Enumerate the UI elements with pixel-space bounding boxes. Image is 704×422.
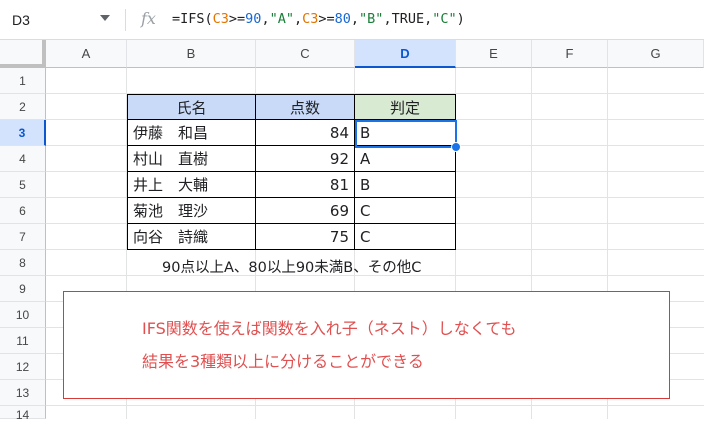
row-header-6[interactable]: 6 bbox=[0, 198, 46, 224]
formula-token: "C" bbox=[432, 11, 457, 27]
table-cell-score[interactable]: 84 bbox=[256, 120, 355, 146]
row-header-8[interactable]: 8 bbox=[0, 250, 46, 276]
column-header-c[interactable]: C bbox=[256, 40, 355, 68]
table-cell-grade[interactable]: A bbox=[355, 146, 456, 172]
table-cell-grade[interactable]: C bbox=[355, 224, 456, 250]
table-cell-grade[interactable]: B bbox=[355, 120, 456, 146]
row-header-12[interactable]: 12 bbox=[0, 354, 46, 380]
table-cell-grade[interactable]: B bbox=[355, 172, 456, 198]
table-cell-grade[interactable]: C bbox=[355, 198, 456, 224]
table-header-name[interactable]: 氏名 bbox=[127, 94, 256, 120]
row-header-9[interactable]: 9 bbox=[0, 276, 46, 302]
column-header-e[interactable]: E bbox=[456, 40, 532, 68]
chevron-down-icon[interactable] bbox=[100, 15, 110, 21]
row-header-5[interactable]: 5 bbox=[0, 172, 46, 198]
row-header-10[interactable]: 10 bbox=[0, 302, 46, 328]
formula-token: "B" bbox=[359, 11, 384, 27]
name-box[interactable]: D3 bbox=[0, 0, 122, 39]
table-cell-name[interactable]: 向谷 詩織 bbox=[127, 224, 256, 250]
formula-token: , bbox=[261, 11, 270, 27]
select-all-corner[interactable] bbox=[0, 40, 46, 68]
table-cell-name[interactable]: 菊池 理沙 bbox=[127, 198, 256, 224]
grading-note[interactable]: 90点以上A、80以上90未満B、その他C bbox=[162, 256, 421, 276]
table-cell-score[interactable]: 75 bbox=[256, 224, 355, 250]
fill-handle[interactable] bbox=[451, 142, 461, 152]
fx-icon: fx bbox=[141, 9, 156, 28]
table-cell-score[interactable]: 69 bbox=[256, 198, 355, 224]
formula-token: >= bbox=[228, 11, 246, 27]
formula-token: =IFS( bbox=[172, 11, 213, 27]
table-cell-name[interactable]: 伊藤 和昌 bbox=[127, 120, 256, 146]
column-header-a[interactable]: A bbox=[46, 40, 127, 68]
formula-token: , bbox=[293, 11, 303, 27]
column-header-f[interactable]: F bbox=[532, 40, 608, 68]
row-header-11[interactable]: 11 bbox=[0, 328, 46, 354]
callout-box: IFS関数を使えば関数を入れ子（ネスト）しなくても 結果を3種類以上に分けること… bbox=[63, 291, 670, 399]
callout-line-2: 結果を3種類以上に分けることができる bbox=[142, 352, 424, 371]
row-header-14[interactable]: 14 bbox=[0, 406, 46, 422]
formula-bar: D3 fx =IFS(C3>=90,"A",C3>=80,"B",TRUE,"C… bbox=[0, 0, 704, 40]
formula-token: C3 bbox=[302, 11, 319, 27]
column-header-g[interactable]: G bbox=[608, 40, 704, 68]
gridline bbox=[46, 405, 704, 406]
name-box-value: D3 bbox=[12, 11, 30, 28]
row-header-1[interactable]: 1 bbox=[0, 68, 46, 94]
row-header-7[interactable]: 7 bbox=[0, 224, 46, 250]
formula-bar-divider bbox=[125, 9, 126, 31]
row-header-4[interactable]: 4 bbox=[0, 146, 46, 172]
formula-token: >= bbox=[318, 11, 335, 27]
table-cell-name[interactable]: 村山 直樹 bbox=[127, 146, 256, 172]
column-header-d[interactable]: D bbox=[355, 40, 456, 68]
formula-token: "A" bbox=[269, 11, 294, 27]
table-cell-score[interactable]: 81 bbox=[256, 172, 355, 198]
table-cell-name[interactable]: 井上 大輔 bbox=[127, 172, 256, 198]
row-header-3[interactable]: 3 bbox=[0, 120, 46, 146]
callout-line-1: IFS関数を使えば関数を入れ子（ネスト）しなくても bbox=[142, 319, 517, 338]
formula-token: 80 bbox=[334, 11, 351, 27]
column-header-b[interactable]: B bbox=[127, 40, 256, 68]
formula-token: C3 bbox=[212, 11, 229, 27]
formula-token: ,TRUE, bbox=[383, 11, 433, 27]
formula-token: ) bbox=[456, 11, 465, 27]
formula-input[interactable]: =IFS(C3>=90,"A",C3>=80,"B",TRUE,"C") bbox=[172, 11, 465, 27]
table-cell-score[interactable]: 92 bbox=[256, 146, 355, 172]
table-header-score[interactable]: 点数 bbox=[256, 94, 355, 120]
formula-token: , bbox=[350, 11, 360, 27]
row-header-13[interactable]: 13 bbox=[0, 380, 46, 406]
table-header-grade[interactable]: 判定 bbox=[355, 94, 456, 120]
formula-token: 90 bbox=[245, 11, 262, 27]
row-header-2[interactable]: 2 bbox=[0, 94, 46, 120]
